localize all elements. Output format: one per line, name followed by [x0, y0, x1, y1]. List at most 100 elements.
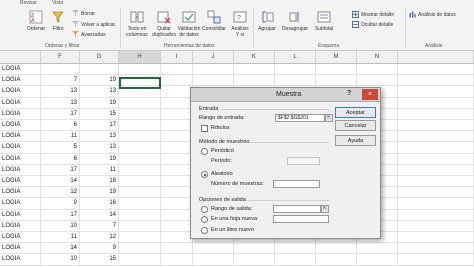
cell-empty[interactable] [161, 142, 193, 153]
cell-f[interactable]: 10 [41, 254, 80, 265]
cell-empty[interactable] [193, 254, 234, 265]
cell-empty[interactable] [119, 220, 161, 231]
avanzadas-button[interactable]: Avanzadas [72, 31, 106, 38]
cell-empty[interactable] [161, 64, 193, 75]
cell-e[interactable]: LOGIA [0, 86, 41, 97]
cell-empty[interactable] [119, 209, 161, 220]
cell-empty[interactable] [357, 75, 398, 86]
cell-empty[interactable] [234, 254, 275, 265]
cell-empty[interactable] [119, 153, 161, 164]
mostrar-detalle-button[interactable]: Mostrar detalle [352, 11, 394, 18]
cell-empty[interactable] [398, 120, 474, 131]
cell-empty[interactable] [161, 108, 193, 119]
cell-e[interactable]: LOGIA [0, 153, 41, 164]
cell-empty[interactable] [398, 64, 474, 75]
column-header-i[interactable]: I [161, 51, 193, 64]
texto-columnas-button[interactable]: Texto en columnas [124, 10, 150, 38]
cell-f[interactable]: 14 [41, 243, 80, 254]
cell-f[interactable] [41, 64, 80, 75]
cell-e[interactable]: LOGIA [0, 108, 41, 119]
cell-empty[interactable] [357, 64, 398, 75]
cell-g[interactable]: 19 [80, 97, 119, 108]
column-header-h[interactable]: H [119, 51, 161, 64]
cell-g[interactable]: 15 [80, 108, 119, 119]
cell-empty[interactable] [275, 64, 316, 75]
cell-empty[interactable] [161, 153, 193, 164]
cell-empty[interactable] [119, 176, 161, 187]
cell-e[interactable]: LOGIA [0, 232, 41, 243]
cell-empty[interactable] [119, 243, 161, 254]
cell-g[interactable]: 17 [80, 120, 119, 131]
quitar-duplicados-button[interactable]: Quitar duplicados [152, 10, 176, 38]
rango-salida-input[interactable] [273, 205, 321, 213]
cell-e[interactable]: LOGIA [0, 209, 41, 220]
cell-f[interactable]: 17 [41, 108, 80, 119]
cell-f[interactable]: 10 [41, 220, 80, 231]
collapse-dialog-icon[interactable]: ⇱ [321, 205, 329, 213]
cell-e[interactable]: LOGIA [0, 220, 41, 231]
cell-f[interactable]: 17 [41, 209, 80, 220]
cell-f[interactable]: 13 [41, 86, 80, 97]
periodico-radio[interactable] [201, 148, 208, 155]
cell-f[interactable]: 13 [41, 97, 80, 108]
aceptar-button[interactable]: Aceptar [335, 107, 376, 118]
cell-empty[interactable] [161, 86, 193, 97]
subtotal-button[interactable]: Subtotal [312, 10, 336, 32]
cell-e[interactable]: LOGIA [0, 131, 41, 142]
cell-e[interactable]: LOGIA [0, 75, 41, 86]
cell-e[interactable]: LOGIA [0, 176, 41, 187]
cell-g[interactable]: 19 [80, 153, 119, 164]
cell-g[interactable]: 7 [80, 220, 119, 231]
help-button[interactable]: ? [347, 90, 351, 97]
cell-empty[interactable] [119, 198, 161, 209]
cell-empty[interactable] [398, 209, 474, 220]
cell-f[interactable]: 7 [41, 75, 80, 86]
cell-f[interactable]: 11 [41, 232, 80, 243]
cell-f[interactable]: 6 [41, 153, 80, 164]
cell-empty[interactable] [161, 220, 193, 231]
cell-empty[interactable] [398, 153, 474, 164]
periodo-input[interactable] [287, 157, 320, 165]
borrar-button[interactable]: Borrar [72, 10, 95, 17]
cell-e[interactable]: LOGIA [0, 120, 41, 131]
cell-empty[interactable] [119, 187, 161, 198]
cell-empty[interactable] [161, 176, 193, 187]
cell-g[interactable]: 16 [80, 198, 119, 209]
column-header-o[interactable] [398, 51, 474, 64]
filtro-button[interactable]: Filtro [50, 10, 66, 32]
cell-empty[interactable] [161, 209, 193, 220]
column-header-m[interactable]: M [316, 51, 357, 64]
cell-e[interactable]: LOGIA [0, 97, 41, 108]
tab-revisar[interactable]: Revisar [20, 0, 37, 6]
cell-empty[interactable] [398, 131, 474, 142]
cell-e[interactable]: LOGIA [0, 142, 41, 153]
cell-empty[interactable] [161, 232, 193, 243]
ordenar-button[interactable]: Z A Ordenar [26, 10, 46, 32]
cell-e[interactable]: LOGIA [0, 187, 41, 198]
cell-empty[interactable] [161, 97, 193, 108]
cell-f[interactable]: 14 [41, 176, 80, 187]
cell-empty[interactable] [119, 232, 161, 243]
cell-e[interactable]: LOGIA [0, 164, 41, 175]
hoja-nueva-radio[interactable] [201, 216, 208, 223]
validacion-button[interactable]: Validación de datos [178, 10, 200, 38]
column-header-l[interactable]: L [275, 51, 316, 64]
cell-g[interactable] [80, 64, 119, 75]
cell-empty[interactable] [234, 75, 275, 86]
cell-f[interactable]: 11 [41, 131, 80, 142]
desagrupar-button[interactable]: Desagrupar [280, 10, 310, 32]
cell-empty[interactable] [357, 254, 398, 265]
cell-empty[interactable] [119, 131, 161, 142]
column-header-n[interactable]: N [357, 51, 398, 64]
cell-e[interactable]: LOGIA [0, 243, 41, 254]
rango-salida-radio[interactable] [201, 206, 208, 213]
cell-empty[interactable] [398, 220, 474, 231]
cell-empty[interactable] [398, 86, 474, 97]
cell-empty[interactable] [398, 75, 474, 86]
cell-f[interactable]: 12 [41, 187, 80, 198]
cell-empty[interactable] [119, 97, 161, 108]
cell-empty[interactable] [357, 243, 398, 254]
cell-empty[interactable] [398, 164, 474, 175]
cell-empty[interactable] [161, 75, 193, 86]
cell-f[interactable]: 6 [41, 120, 80, 131]
